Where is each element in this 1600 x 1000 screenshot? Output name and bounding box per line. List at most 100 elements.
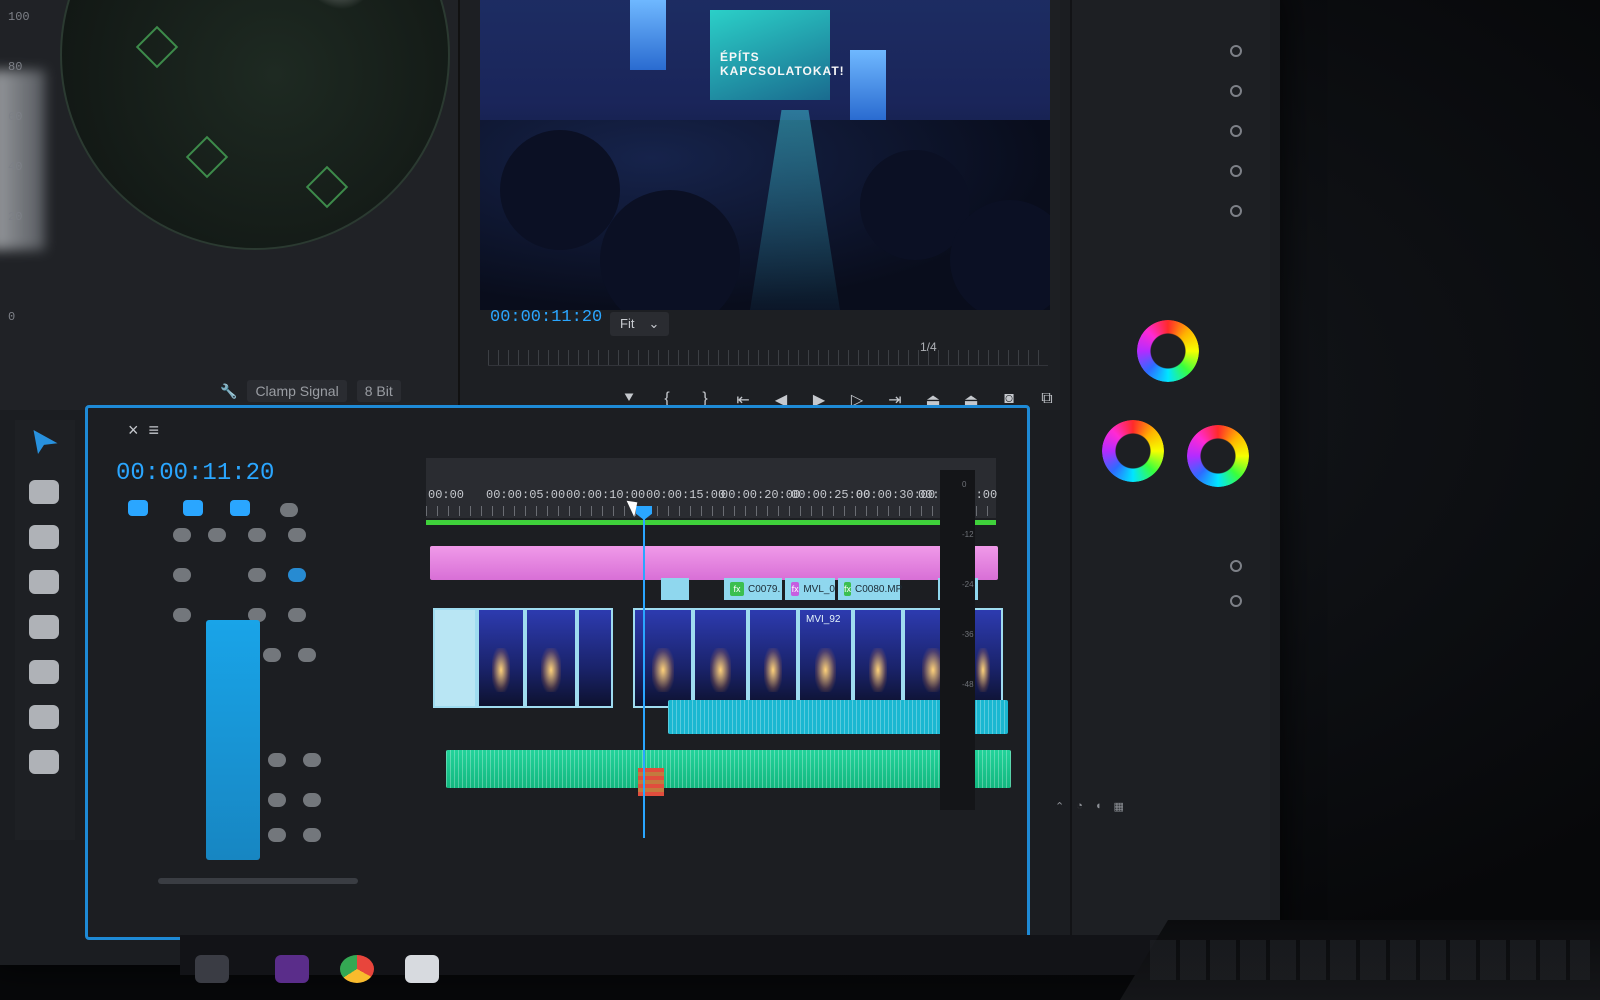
- sequence-tab[interactable]: × ≡: [128, 420, 159, 441]
- eye-icon[interactable]: [288, 568, 306, 582]
- reset-icon[interactable]: [1230, 165, 1242, 177]
- video-clip[interactable]: [693, 608, 748, 708]
- video-clip[interactable]: [633, 608, 693, 708]
- program-video-frame: ÉPÍTS KAPCSOLATOKAT!: [480, 0, 1050, 310]
- video-clip[interactable]: [577, 608, 613, 708]
- lumetri-row: [1092, 595, 1242, 607]
- chevron-up-icon[interactable]: ⌃: [1055, 800, 1064, 813]
- taskbar-app-icon[interactable]: [195, 955, 229, 983]
- clip-label: MVI_92: [806, 613, 841, 625]
- reset-icon[interactable]: [1230, 205, 1242, 217]
- video-clip[interactable]: [477, 608, 525, 708]
- track-select-tool-icon[interactable]: [29, 480, 59, 504]
- time-ruler[interactable]: 00:00 00:00:05:00 00:00:10:00 00:00:15:0…: [426, 458, 997, 518]
- panel-menu-icon[interactable]: ≡: [149, 420, 160, 441]
- chrome-icon[interactable]: [340, 955, 374, 983]
- timeline-timecode[interactable]: 00:00:11:20: [116, 460, 274, 487]
- lock-track-icon[interactable]: [173, 528, 191, 542]
- reset-icon[interactable]: [1230, 125, 1242, 137]
- program-time-ruler[interactable]: [488, 350, 1048, 366]
- playhead-line[interactable]: [643, 508, 645, 838]
- reset-icon[interactable]: [1230, 45, 1242, 57]
- lumetri-row: [1092, 125, 1242, 137]
- audio-waveform: [446, 750, 1011, 788]
- program-timecode[interactable]: 00:00:11:20: [490, 308, 602, 327]
- video-clip[interactable]: [748, 608, 798, 708]
- mute-icon[interactable]: [288, 528, 306, 542]
- clip-thumbnail-light: [651, 648, 675, 692]
- bit-depth-dropdown[interactable]: 8 Bit: [356, 380, 401, 402]
- zoom-dropdown[interactable]: Fit ⌄: [610, 312, 670, 336]
- solo-icon[interactable]: [303, 828, 321, 842]
- reset-icon[interactable]: [1230, 560, 1242, 572]
- vectorscope: [60, 0, 450, 250]
- midtones-color-wheel[interactable]: [1137, 320, 1199, 382]
- lock-track-icon[interactable]: [173, 568, 191, 582]
- clip-header[interactable]: fx C0079.: [724, 578, 782, 600]
- tools-panel: [15, 420, 75, 840]
- adjustment-layer-clip[interactable]: [430, 546, 998, 580]
- clip-header[interactable]: [661, 578, 689, 600]
- close-icon[interactable]: ×: [128, 420, 139, 441]
- fx-badge: fx: [730, 582, 744, 596]
- reset-icon[interactable]: [1230, 595, 1242, 607]
- compare-icon[interactable]: ⧉: [1038, 390, 1056, 410]
- work-area-bar[interactable]: [426, 520, 996, 525]
- clip-label: C0080.MP: [855, 583, 903, 595]
- hand-tool-icon[interactable]: [29, 705, 59, 729]
- network-icon[interactable]: ◔: [1076, 800, 1083, 813]
- clamp-signal-toggle[interactable]: Clamp Signal: [247, 380, 347, 402]
- solo-icon[interactable]: [303, 793, 321, 807]
- ruler-label: 00:00:05:00: [486, 488, 566, 502]
- toggle-output-icon[interactable]: [248, 528, 266, 542]
- clip-label: C0079.: [748, 583, 781, 595]
- eye-icon[interactable]: [288, 608, 306, 622]
- lock-track-icon[interactable]: [173, 608, 191, 622]
- clip-header[interactable]: fx C0080.MP: [838, 578, 903, 600]
- solo-icon[interactable]: [303, 753, 321, 767]
- premiere-app-icon[interactable]: [275, 955, 309, 983]
- stage-text-line: ÉPÍTS: [720, 50, 760, 64]
- sync-lock-icon[interactable]: [208, 528, 226, 542]
- video-clip[interactable]: [525, 608, 577, 708]
- lumetri-row: [1092, 560, 1242, 572]
- eye-icon[interactable]: [298, 648, 316, 662]
- program-monitor: ÉPÍTS KAPCSOLATOKAT! 00:00:11:20 Fit ⌄ 1…: [460, 0, 1092, 410]
- mute-icon[interactable]: [268, 753, 286, 767]
- video-clip[interactable]: [433, 608, 477, 708]
- linked-selection-icon[interactable]: [183, 500, 203, 516]
- ruler-ticks: [426, 506, 996, 516]
- razor-tool-icon[interactable]: [29, 570, 59, 594]
- wrench-icon[interactable]: 🔧: [220, 383, 237, 400]
- ripple-edit-tool-icon[interactable]: [29, 525, 59, 549]
- ruler-label: 00:00:15:00: [646, 488, 726, 502]
- selection-tool-icon[interactable]: [33, 430, 58, 454]
- highlights-color-wheel[interactable]: [1187, 425, 1249, 487]
- toggle-output-icon[interactable]: [248, 568, 266, 582]
- music-clip[interactable]: [446, 750, 1011, 788]
- volume-icon[interactable]: ◖: [1095, 800, 1102, 813]
- mute-icon[interactable]: [268, 828, 286, 842]
- pen-tool-icon[interactable]: [29, 660, 59, 684]
- language-icon[interactable]: ▦: [1114, 800, 1124, 813]
- scope-tick: 100: [8, 10, 30, 24]
- video-clip[interactable]: [853, 608, 903, 708]
- meter-tick: -12: [962, 530, 974, 539]
- slip-tool-icon[interactable]: [29, 615, 59, 639]
- audio-marker[interactable]: [638, 768, 664, 796]
- timeline-zoom-scrollbar[interactable]: [158, 878, 358, 884]
- timeline-settings-icon[interactable]: [280, 503, 298, 517]
- mute-icon[interactable]: [268, 793, 286, 807]
- clip-header[interactable]: fx MVL_0: [785, 578, 835, 600]
- chevron-down-icon: ⌄: [648, 316, 660, 331]
- track-targeting[interactable]: [206, 620, 260, 860]
- reset-icon[interactable]: [1230, 85, 1242, 97]
- toggle-output-icon[interactable]: [263, 648, 281, 662]
- taskbar-app-icon[interactable]: [405, 955, 439, 983]
- shadows-color-wheel[interactable]: [1102, 420, 1164, 482]
- snap-icon[interactable]: [128, 500, 148, 516]
- clip-thumbnail-light: [975, 648, 991, 692]
- add-marker-icon[interactable]: [230, 500, 250, 516]
- type-tool-icon[interactable]: [29, 750, 59, 774]
- ruler-label: 00:00: [428, 488, 465, 502]
